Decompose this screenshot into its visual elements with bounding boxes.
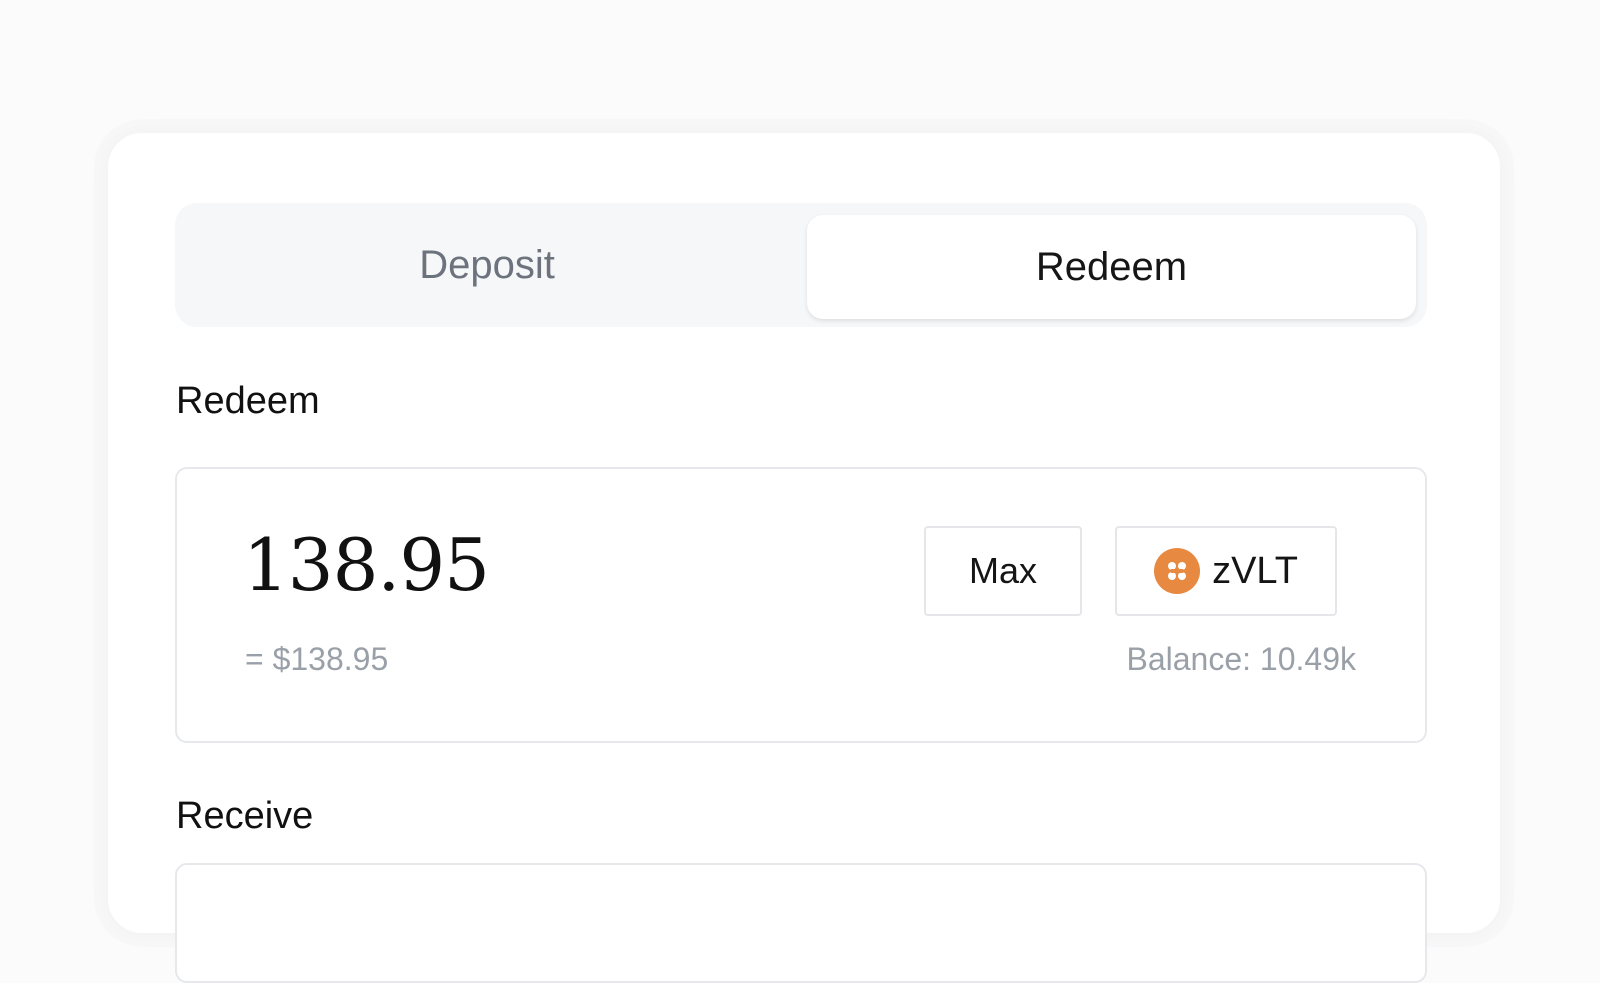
tab-redeem[interactable]: Redeem <box>807 215 1416 319</box>
max-button[interactable]: Max <box>924 526 1082 616</box>
deposit-redeem-tab-switcher: Deposit Redeem <box>175 203 1427 327</box>
token-symbol: zVLT <box>1212 549 1298 592</box>
zvlt-token-icon <box>1154 548 1201 594</box>
receive-amount-panel <box>175 863 1427 983</box>
redeem-section-label: Redeem <box>176 380 320 422</box>
usd-equivalent-value: = $138.95 <box>245 641 389 677</box>
redeem-amount-input[interactable]: 138.95 <box>243 523 490 607</box>
token-selector-button[interactable]: zVLT <box>1115 526 1337 616</box>
redeem-amount-panel: 138.95 = $138.95 Max zVLT Balance: 10.49… <box>175 467 1427 743</box>
redeem-card: Deposit Redeem Redeem 138.95 = $138.95 M… <box>108 133 1500 983</box>
token-balance: Balance: 10.49k <box>1126 641 1357 677</box>
tab-deposit[interactable]: Deposit <box>175 203 799 327</box>
receive-section-label: Receive <box>176 795 314 837</box>
